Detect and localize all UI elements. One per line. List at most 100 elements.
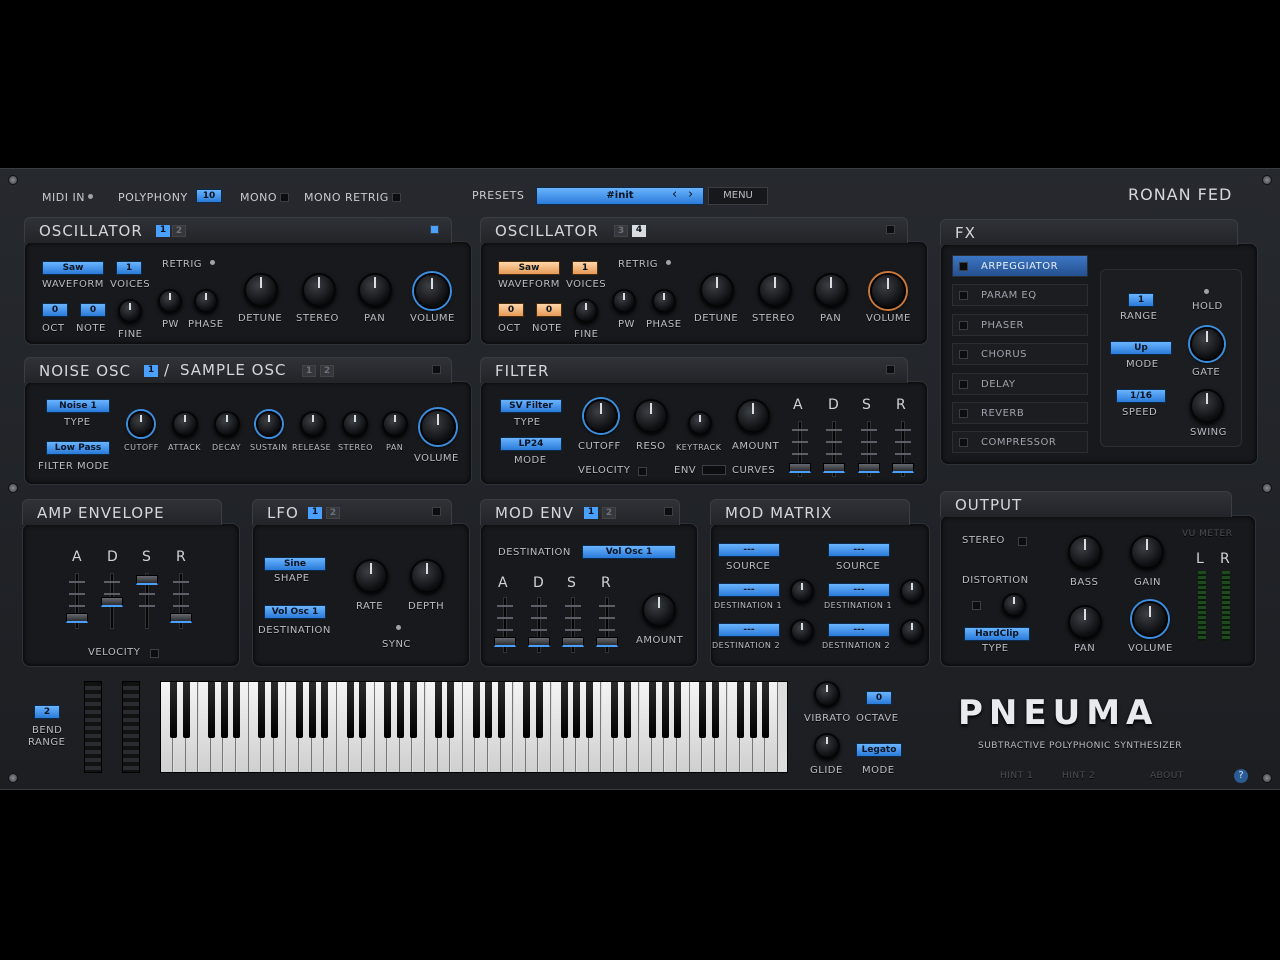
- noise-decay-knob[interactable]: [214, 411, 240, 437]
- lfo-rate-knob[interactable]: [354, 559, 388, 593]
- arp-mode-select[interactable]: Up: [1110, 341, 1172, 355]
- osc1-phase-knob[interactable]: [194, 289, 218, 313]
- lfo-sync-led[interactable]: [396, 625, 401, 630]
- filter-amount-knob[interactable]: [736, 399, 770, 433]
- mono-checkbox[interactable]: [280, 193, 289, 202]
- black-key[interactable]: [522, 682, 530, 738]
- mod-env-sustain-fader[interactable]: [562, 597, 584, 653]
- hint1-button[interactable]: HINT 1: [1000, 771, 1033, 781]
- mod-env-tab-2[interactable]: 2: [602, 507, 616, 519]
- black-key[interactable]: [472, 682, 480, 738]
- lfo-tab-2[interactable]: 2: [326, 507, 340, 519]
- black-key[interactable]: [220, 682, 228, 738]
- fx-item-phaser[interactable]: PHASER: [952, 314, 1088, 336]
- lfo-destination-select[interactable]: Vol Osc 1: [264, 605, 326, 619]
- black-key[interactable]: [699, 682, 707, 738]
- mod-matrix-amount-2b-knob[interactable]: [900, 619, 924, 643]
- mod-matrix-dest-2b[interactable]: ---: [828, 623, 890, 637]
- filter-cutoff-knob[interactable]: [584, 399, 618, 433]
- black-key[interactable]: [384, 682, 392, 738]
- osc1-retrig-led[interactable]: [210, 260, 215, 265]
- filter-reso-knob[interactable]: [634, 399, 668, 433]
- noise-sustain-knob[interactable]: [256, 411, 282, 437]
- mod-env-enable-checkbox[interactable]: [664, 507, 673, 516]
- osc2-pw-knob[interactable]: [612, 289, 636, 313]
- mod-matrix-amount-1a-knob[interactable]: [790, 579, 814, 603]
- black-key[interactable]: [270, 682, 278, 738]
- amp-release-fader[interactable]: [170, 573, 192, 629]
- black-key[interactable]: [560, 682, 568, 738]
- fx-item-reverb[interactable]: REVERB: [952, 402, 1088, 424]
- black-key[interactable]: [346, 682, 354, 738]
- black-key[interactable]: [485, 682, 493, 738]
- vibrato-knob[interactable]: [814, 681, 840, 707]
- black-key[interactable]: [396, 682, 404, 738]
- preset-prev-icon[interactable]: ‹: [672, 187, 677, 202]
- fx-delay-checkbox[interactable]: [959, 380, 968, 389]
- osc2-fine-knob[interactable]: [574, 299, 598, 323]
- osc2-enable-checkbox[interactable]: [886, 225, 895, 234]
- output-volume-knob[interactable]: [1132, 601, 1168, 637]
- black-key[interactable]: [573, 682, 581, 738]
- noise-enable-checkbox[interactable]: [432, 365, 441, 374]
- black-key[interactable]: [737, 682, 745, 738]
- amp-attack-fader[interactable]: [66, 573, 88, 629]
- fx-item-param-eq[interactable]: PARAM EQ: [952, 284, 1088, 306]
- fx-compressor-checkbox[interactable]: [959, 438, 968, 447]
- mod-env-destination-select[interactable]: Vol Osc 1: [582, 545, 676, 559]
- glide-knob[interactable]: [814, 733, 840, 759]
- noise-type-select[interactable]: Noise 1: [46, 399, 110, 413]
- osc2-retrig-led[interactable]: [666, 260, 671, 265]
- black-key[interactable]: [207, 682, 215, 738]
- fx-item-compressor[interactable]: COMPRESSOR: [952, 431, 1088, 453]
- hint2-button[interactable]: HINT 2: [1062, 771, 1095, 781]
- mod-env-release-fader[interactable]: [596, 597, 618, 653]
- osc1-waveform-select[interactable]: Saw: [42, 261, 104, 275]
- fx-chorus-checkbox[interactable]: [959, 350, 968, 359]
- osc2-stereo-knob[interactable]: [758, 273, 792, 307]
- arp-hold-led[interactable]: [1204, 289, 1209, 294]
- lfo-enable-checkbox[interactable]: [432, 507, 441, 516]
- noise-pan-knob[interactable]: [382, 411, 408, 437]
- black-key[interactable]: [762, 682, 770, 738]
- mod-matrix-source-2[interactable]: ---: [828, 543, 890, 557]
- mod-matrix-dest-1a[interactable]: ---: [718, 583, 780, 597]
- black-key[interactable]: [170, 682, 178, 738]
- filter-mode-select[interactable]: LP24: [500, 437, 562, 451]
- mod-matrix-dest-2a[interactable]: ---: [718, 623, 780, 637]
- sample-tab-2[interactable]: 2: [320, 365, 334, 377]
- osc1-pw-knob[interactable]: [158, 289, 182, 313]
- octave-value[interactable]: 0: [866, 691, 892, 705]
- osc2-tab-4[interactable]: 4: [632, 225, 646, 237]
- mod-matrix-dest-1b[interactable]: ---: [828, 583, 890, 597]
- filter-release-fader[interactable]: [892, 421, 914, 477]
- menu-button[interactable]: MENU: [708, 187, 768, 205]
- black-key[interactable]: [674, 682, 682, 738]
- noise-release-knob[interactable]: [300, 411, 326, 437]
- lfo-depth-knob[interactable]: [410, 559, 444, 593]
- black-key[interactable]: [535, 682, 543, 738]
- black-key[interactable]: [585, 682, 593, 738]
- lfo-tab-1[interactable]: 1: [308, 507, 322, 519]
- black-key[interactable]: [648, 682, 656, 738]
- black-key[interactable]: [409, 682, 417, 738]
- osc1-voices-value[interactable]: 1: [116, 261, 142, 275]
- mod-env-decay-fader[interactable]: [528, 597, 550, 653]
- fx-param-eq-checkbox[interactable]: [959, 291, 968, 300]
- osc1-volume-knob[interactable]: [414, 273, 450, 309]
- bend-range-value[interactable]: 2: [34, 705, 60, 719]
- noise-filter-select[interactable]: Low Pass: [46, 441, 110, 455]
- output-distortion-checkbox[interactable]: [972, 601, 981, 610]
- black-key[interactable]: [321, 682, 329, 738]
- arp-speed-select[interactable]: 1/16: [1116, 389, 1166, 403]
- mode-select[interactable]: Legato: [856, 743, 902, 757]
- filter-keytrack-knob[interactable]: [688, 411, 712, 435]
- osc2-detune-knob[interactable]: [700, 273, 734, 307]
- noise-volume-knob[interactable]: [420, 409, 456, 445]
- fx-item-arpeggiator[interactable]: ARPEGGIATOR: [952, 255, 1088, 277]
- fx-reverb-checkbox[interactable]: [959, 409, 968, 418]
- output-type-select[interactable]: HardClip: [964, 627, 1030, 641]
- black-key[interactable]: [661, 682, 669, 738]
- black-key[interactable]: [258, 682, 266, 738]
- osc2-phase-knob[interactable]: [652, 289, 676, 313]
